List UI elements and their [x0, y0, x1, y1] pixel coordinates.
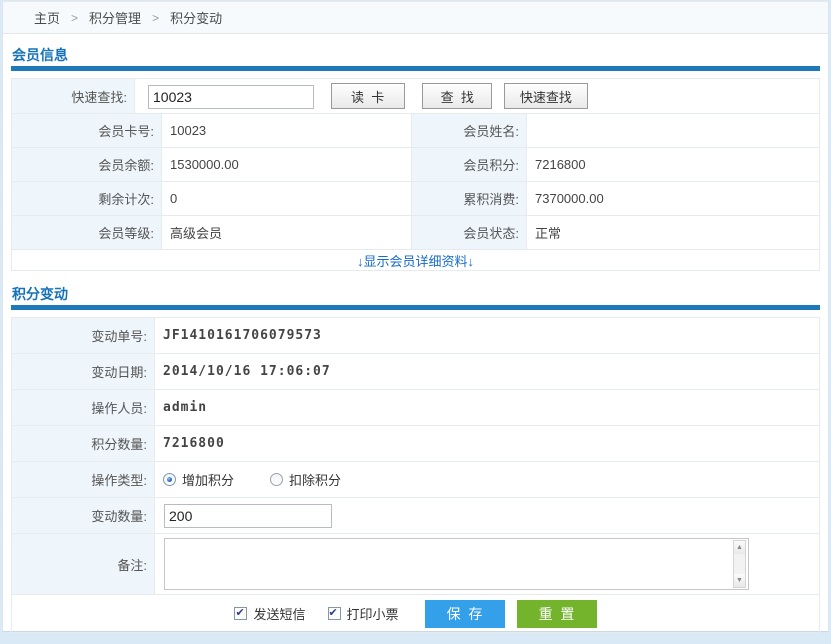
find-button[interactable]: 查 找 — [422, 83, 492, 109]
member-info-table: 会员卡号: 10023 会员姓名: 会员余额: 1530000.00 会员积分:… — [11, 113, 820, 271]
points-section-bar — [11, 305, 820, 310]
breadcrumb-item-home[interactable]: 主页 — [34, 8, 60, 27]
quick-search-label: 快速查找: — [12, 79, 135, 114]
total-spend-value: 7370000.00 — [527, 182, 820, 216]
points-change-form: 变动单号: JF1410161706079573 变动日期: 2014/10/1… — [11, 317, 820, 633]
change-date-value: 2014/10/16 17:06:07 — [155, 354, 820, 390]
chevron-right-icon: > — [71, 11, 78, 25]
balance-value: 1530000.00 — [162, 148, 412, 182]
table-row: 变动单号: JF1410161706079573 — [12, 318, 820, 354]
order-no-value: JF1410161706079573 — [155, 318, 820, 354]
remark-scrollbar[interactable]: ▲ ▼ — [733, 540, 746, 588]
change-amount-input[interactable] — [164, 504, 332, 528]
reset-button[interactable]: 重 置 — [517, 600, 597, 628]
remaining-times-value: 0 — [162, 182, 412, 216]
print-ticket-label: 打印小票 — [347, 604, 399, 623]
member-name-value — [527, 114, 820, 148]
operator-label: 操作人员: — [12, 390, 155, 426]
deduct-points-radio-label: 扣除积分 — [289, 470, 341, 489]
form-footer-row: 发送短信 打印小票 保 存 重 置 — [12, 595, 820, 633]
change-amount-row: 变动数量: — [12, 498, 820, 534]
change-date-label: 变动日期: — [12, 354, 155, 390]
table-row: 操作人员: admin — [12, 390, 820, 426]
points-section-title: 积分变动 — [11, 285, 820, 303]
quick-search-row: 快速查找: 读 卡 查 找 快速查找 — [12, 79, 820, 114]
quick-find-button[interactable]: 快速查找 — [504, 83, 588, 109]
breadcrumb: 主页 > 积分管理 > 积分变动 — [3, 2, 828, 34]
member-search-table: 快速查找: 读 卡 查 找 快速查找 — [11, 78, 820, 114]
order-no-label: 变动单号: — [12, 318, 155, 354]
member-section-bar — [11, 66, 820, 71]
operation-type-label: 操作类型: — [12, 462, 155, 498]
breadcrumb-item-points-mgmt[interactable]: 积分管理 — [89, 8, 141, 27]
remark-row: 备注: ▲ ▼ — [12, 534, 820, 595]
show-member-detail-link[interactable]: ↓显示会员详细资料↓ — [357, 254, 474, 269]
table-row: 会员卡号: 10023 会员姓名: — [12, 114, 820, 148]
card-no-label: 会员卡号: — [12, 114, 162, 148]
remark-label: 备注: — [12, 534, 155, 595]
balance-label: 会员余额: — [12, 148, 162, 182]
scroll-down-icon[interactable]: ▼ — [734, 574, 745, 587]
radio-unselected-icon — [270, 473, 283, 486]
points-qty-label: 积分数量: — [12, 426, 155, 462]
print-ticket-checkbox[interactable]: 打印小票 — [328, 604, 399, 623]
member-name-label: 会员姓名: — [412, 114, 527, 148]
breadcrumb-item-points-change: 积分变动 — [170, 8, 222, 27]
deduct-points-radio[interactable]: 扣除积分 — [270, 470, 341, 489]
card-no-value: 10023 — [162, 114, 412, 148]
main-panel: 主页 > 积分管理 > 积分变动 会员信息 快速查找: 读 卡 查 找 快速查找 — [2, 1, 829, 632]
table-row: 变动日期: 2014/10/16 17:06:07 — [12, 354, 820, 390]
radio-selected-icon — [163, 473, 176, 486]
add-points-radio-label: 增加积分 — [182, 470, 234, 489]
member-level-value: 高级会员 — [162, 216, 412, 250]
points-qty-value: 7216800 — [155, 426, 820, 462]
table-row: 会员余额: 1530000.00 会员积分: 7216800 — [12, 148, 820, 182]
member-status-label: 会员状态: — [412, 216, 527, 250]
total-spend-label: 累积消费: — [412, 182, 527, 216]
send-sms-label: 发送短信 — [253, 604, 305, 623]
checkbox-checked-icon — [234, 607, 247, 620]
table-row: 会员等级: 高级会员 会员状态: 正常 — [12, 216, 820, 250]
add-points-radio[interactable]: 增加积分 — [163, 470, 234, 489]
operation-type-row: 操作类型: 增加积分 扣除积分 — [12, 462, 820, 498]
quick-search-input[interactable] — [148, 85, 314, 109]
operator-value: admin — [155, 390, 820, 426]
remark-box: ▲ ▼ — [164, 538, 749, 590]
save-button[interactable]: 保 存 — [425, 600, 505, 628]
table-row: 剩余计次: 0 累积消费: 7370000.00 — [12, 182, 820, 216]
content-area: 会员信息 快速查找: 读 卡 查 找 快速查找 会员卡号: 10023 会员姓名… — [3, 46, 828, 633]
member-status-value: 正常 — [527, 216, 820, 250]
table-row: 积分数量: 7216800 — [12, 426, 820, 462]
remark-textarea[interactable] — [166, 540, 732, 588]
read-card-button[interactable]: 读 卡 — [331, 83, 405, 109]
remaining-times-label: 剩余计次: — [12, 182, 162, 216]
chevron-right-icon: > — [152, 11, 159, 25]
scroll-up-icon[interactable]: ▲ — [734, 541, 745, 554]
member-points-label: 会员积分: — [412, 148, 527, 182]
send-sms-checkbox[interactable]: 发送短信 — [234, 604, 305, 623]
detail-link-row: ↓显示会员详细资料↓ — [12, 250, 820, 271]
member-section-title: 会员信息 — [11, 46, 820, 64]
change-amount-label: 变动数量: — [12, 498, 155, 534]
checkbox-checked-icon — [328, 607, 341, 620]
member-level-label: 会员等级: — [12, 216, 162, 250]
member-points-value: 7216800 — [527, 148, 820, 182]
